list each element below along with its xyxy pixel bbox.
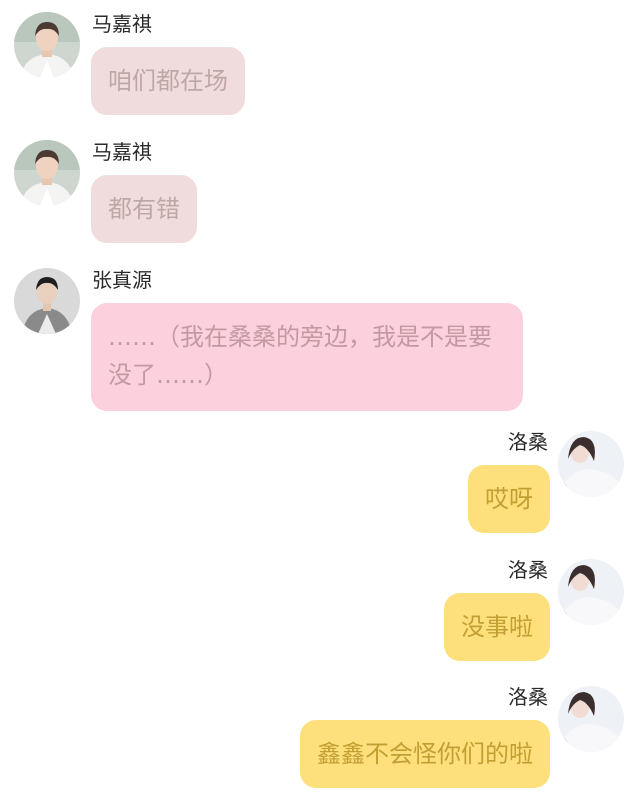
sender-name: 马嘉祺 xyxy=(92,140,152,164)
sender-name: 洛桑 xyxy=(508,430,548,454)
message-bubble[interactable]: ……（我在桑桑的旁边，我是不是要没了……） xyxy=(91,303,523,411)
avatar-majiaqi[interactable] xyxy=(14,12,80,78)
avatar-luosang[interactable] xyxy=(558,686,624,752)
message-bubble[interactable]: 都有错 xyxy=(91,175,197,243)
message-bubble[interactable]: 哎呀 xyxy=(468,465,550,533)
sender-name: 马嘉祺 xyxy=(92,12,152,36)
message-bubble[interactable]: 咱们都在场 xyxy=(91,47,245,115)
sender-name: 洛桑 xyxy=(508,685,548,709)
sender-name: 洛桑 xyxy=(508,558,548,582)
chat-log: 马嘉祺 咱们都在场 马嘉祺 都有错 张真源 ……（我在桑桑的旁边，我是不是要没了… xyxy=(0,0,640,806)
avatar-zhangzhenyuan[interactable] xyxy=(14,268,80,334)
avatar-luosang[interactable] xyxy=(558,559,624,625)
avatar-majiaqi[interactable] xyxy=(14,140,80,206)
message-bubble[interactable]: 没事啦 xyxy=(444,593,550,661)
avatar-luosang[interactable] xyxy=(558,431,624,497)
sender-name: 张真源 xyxy=(92,268,152,292)
message-bubble[interactable]: 鑫鑫不会怪你们的啦 xyxy=(300,720,550,788)
